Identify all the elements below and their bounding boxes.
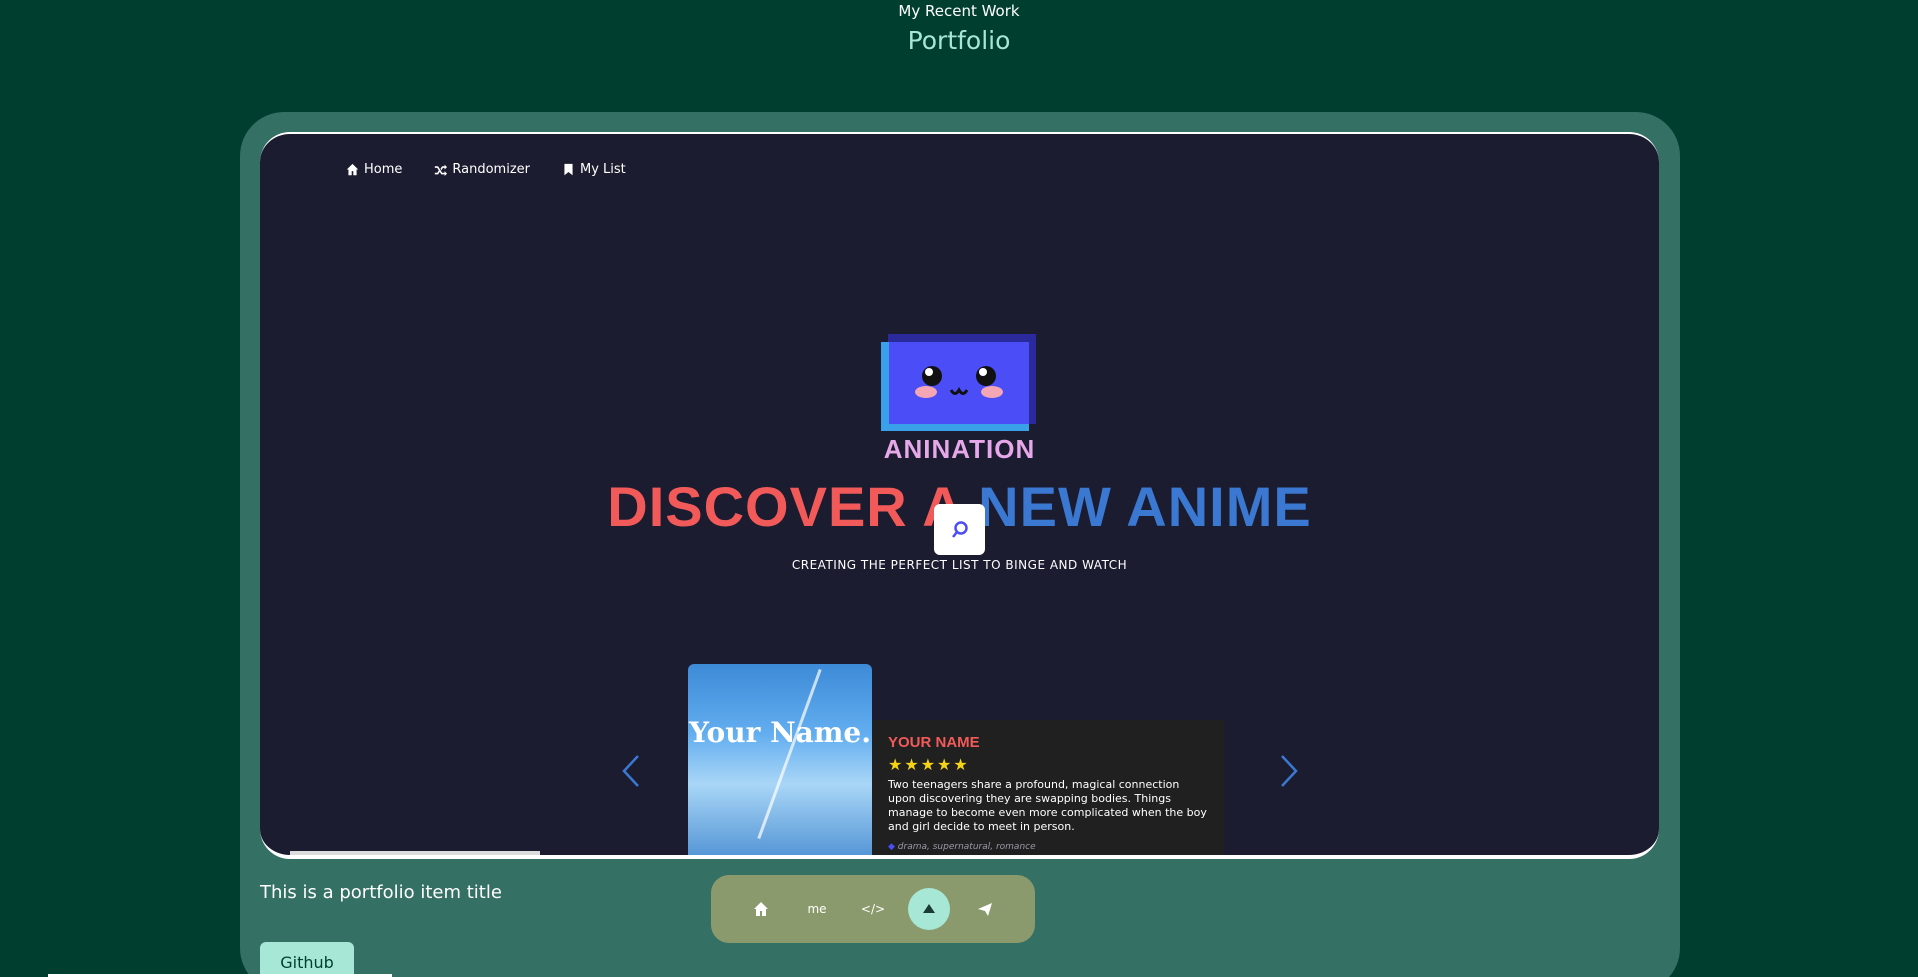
nav-my-list-label: My List [580,162,626,177]
section-subtitle: My Recent Work [898,2,1020,20]
dock-me[interactable]: me [796,888,838,930]
server-icon [923,904,935,913]
tag-icon: ◆ [888,842,895,852]
brand-logo [881,334,1036,431]
search-button[interactable] [934,504,985,555]
nav-randomizer-label: Randomizer [452,162,530,177]
anime-tags: ◆ drama, supernatural, romance [888,842,1208,852]
bottom-dock: me </> [711,875,1035,943]
nav-randomizer[interactable]: Randomizer [434,162,530,177]
scroll-progress [290,851,540,855]
carousel-next-icon[interactable] [1278,754,1300,788]
nav-home[interactable]: Home [346,162,402,177]
rating-stars: ★★★★★ [888,755,970,774]
send-icon [978,903,992,916]
portfolio-item-title: This is a portfolio item title [260,882,502,903]
dock-code[interactable]: </> [852,888,894,930]
nav-my-list[interactable]: My List [562,162,626,177]
headline-red: DISCOVER A [607,475,962,538]
kawaii-face-icon [915,366,1003,398]
hero-tagline: CREATING THE PERFECT LIST TO BINGE AND W… [791,558,1128,572]
search-icon [951,520,968,538]
shuffle-icon [435,164,448,176]
dock-send[interactable] [964,888,1006,930]
anime-description: Two teenagers share a profound, magical … [888,778,1207,833]
dock-home[interactable] [740,888,782,930]
headline-blue: NEW ANIME [978,475,1312,538]
anime-title: YOUR NAME [888,734,980,751]
brand-name: ANINATION [883,434,1036,464]
carousel-prev-icon[interactable] [620,754,642,788]
project-screenshot: Home Randomizer My List ANINATION DISCOV… [260,132,1659,859]
dock-server[interactable] [908,888,950,930]
anime-info-card: YOUR NAME ★★★★★ Two teenagers share a pr… [872,720,1224,855]
poster-title: Your Name. [688,716,871,749]
home-icon [346,163,359,176]
github-button[interactable]: Github [260,942,354,977]
anime-poster[interactable]: Your Name. [688,664,872,855]
bookmark-icon [564,163,573,176]
home-icon [754,902,768,916]
section-title: Portfolio [907,26,1011,55]
nav-home-label: Home [364,162,403,177]
anime-tags-text: drama, supernatural, romance [897,842,1036,852]
app-nav: Home Randomizer My List [346,162,626,177]
